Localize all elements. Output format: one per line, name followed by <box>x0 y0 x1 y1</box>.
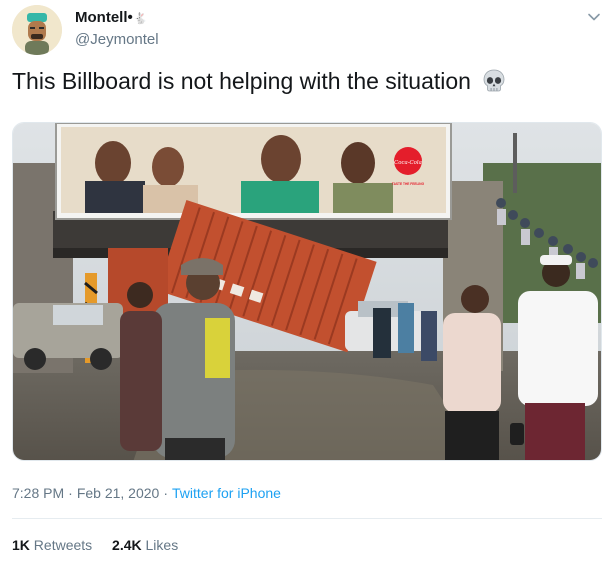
display-name-dot: • <box>127 9 133 26</box>
tweet-date[interactable]: Feb 21, 2020 <box>77 485 160 501</box>
tweet-stats: 1K Retweets 2.4K Likes <box>12 537 194 553</box>
rabbit-icon: 🐇 <box>133 13 148 25</box>
billboard-tagline-text: TASTE THE FEELING <box>392 182 425 186</box>
likes-count: 2.4K <box>112 537 142 553</box>
tweet-timestamp: 7:28 PM · Feb 21, 2020 · Twitter for iPhone <box>12 485 281 501</box>
likes-stat[interactable]: 2.4K Likes <box>112 537 178 553</box>
retweets-stat[interactable]: 1K Retweets <box>12 537 92 553</box>
avatar[interactable] <box>12 5 62 55</box>
tweet-text-body: This Billboard is not helping with the s… <box>12 68 471 94</box>
tweet-source-link[interactable]: Twitter for iPhone <box>172 485 281 501</box>
photo-scene: Coca-Cola TASTE THE FEELING <box>13 123 601 460</box>
user-handle[interactable]: @Jeymontel <box>75 31 159 48</box>
retweets-label: Retweets <box>33 537 93 553</box>
display-name-text: Montell <box>75 9 128 26</box>
skull-icon <box>481 68 507 94</box>
avatar-illustration <box>12 5 62 55</box>
tweet-photo[interactable]: Coca-Cola TASTE THE FEELING <box>12 122 602 461</box>
billboard-logo-text: Coca-Cola <box>394 160 422 166</box>
meta-separator-1: · <box>68 485 73 501</box>
likes-label: Likes <box>145 537 179 553</box>
divider <box>12 518 602 519</box>
chevron-down-icon[interactable] <box>586 9 602 25</box>
meta-separator-2: · <box>163 485 168 501</box>
display-name[interactable]: Montell•🐇 <box>75 9 147 26</box>
tweet-text: This Billboard is not helping with the s… <box>12 68 507 95</box>
retweets-count: 1K <box>12 537 30 553</box>
tweet-card: Montell•🐇 @Jeymontel This Billboard is n… <box>0 0 612 563</box>
tweet-time[interactable]: 7:28 PM <box>12 485 64 501</box>
